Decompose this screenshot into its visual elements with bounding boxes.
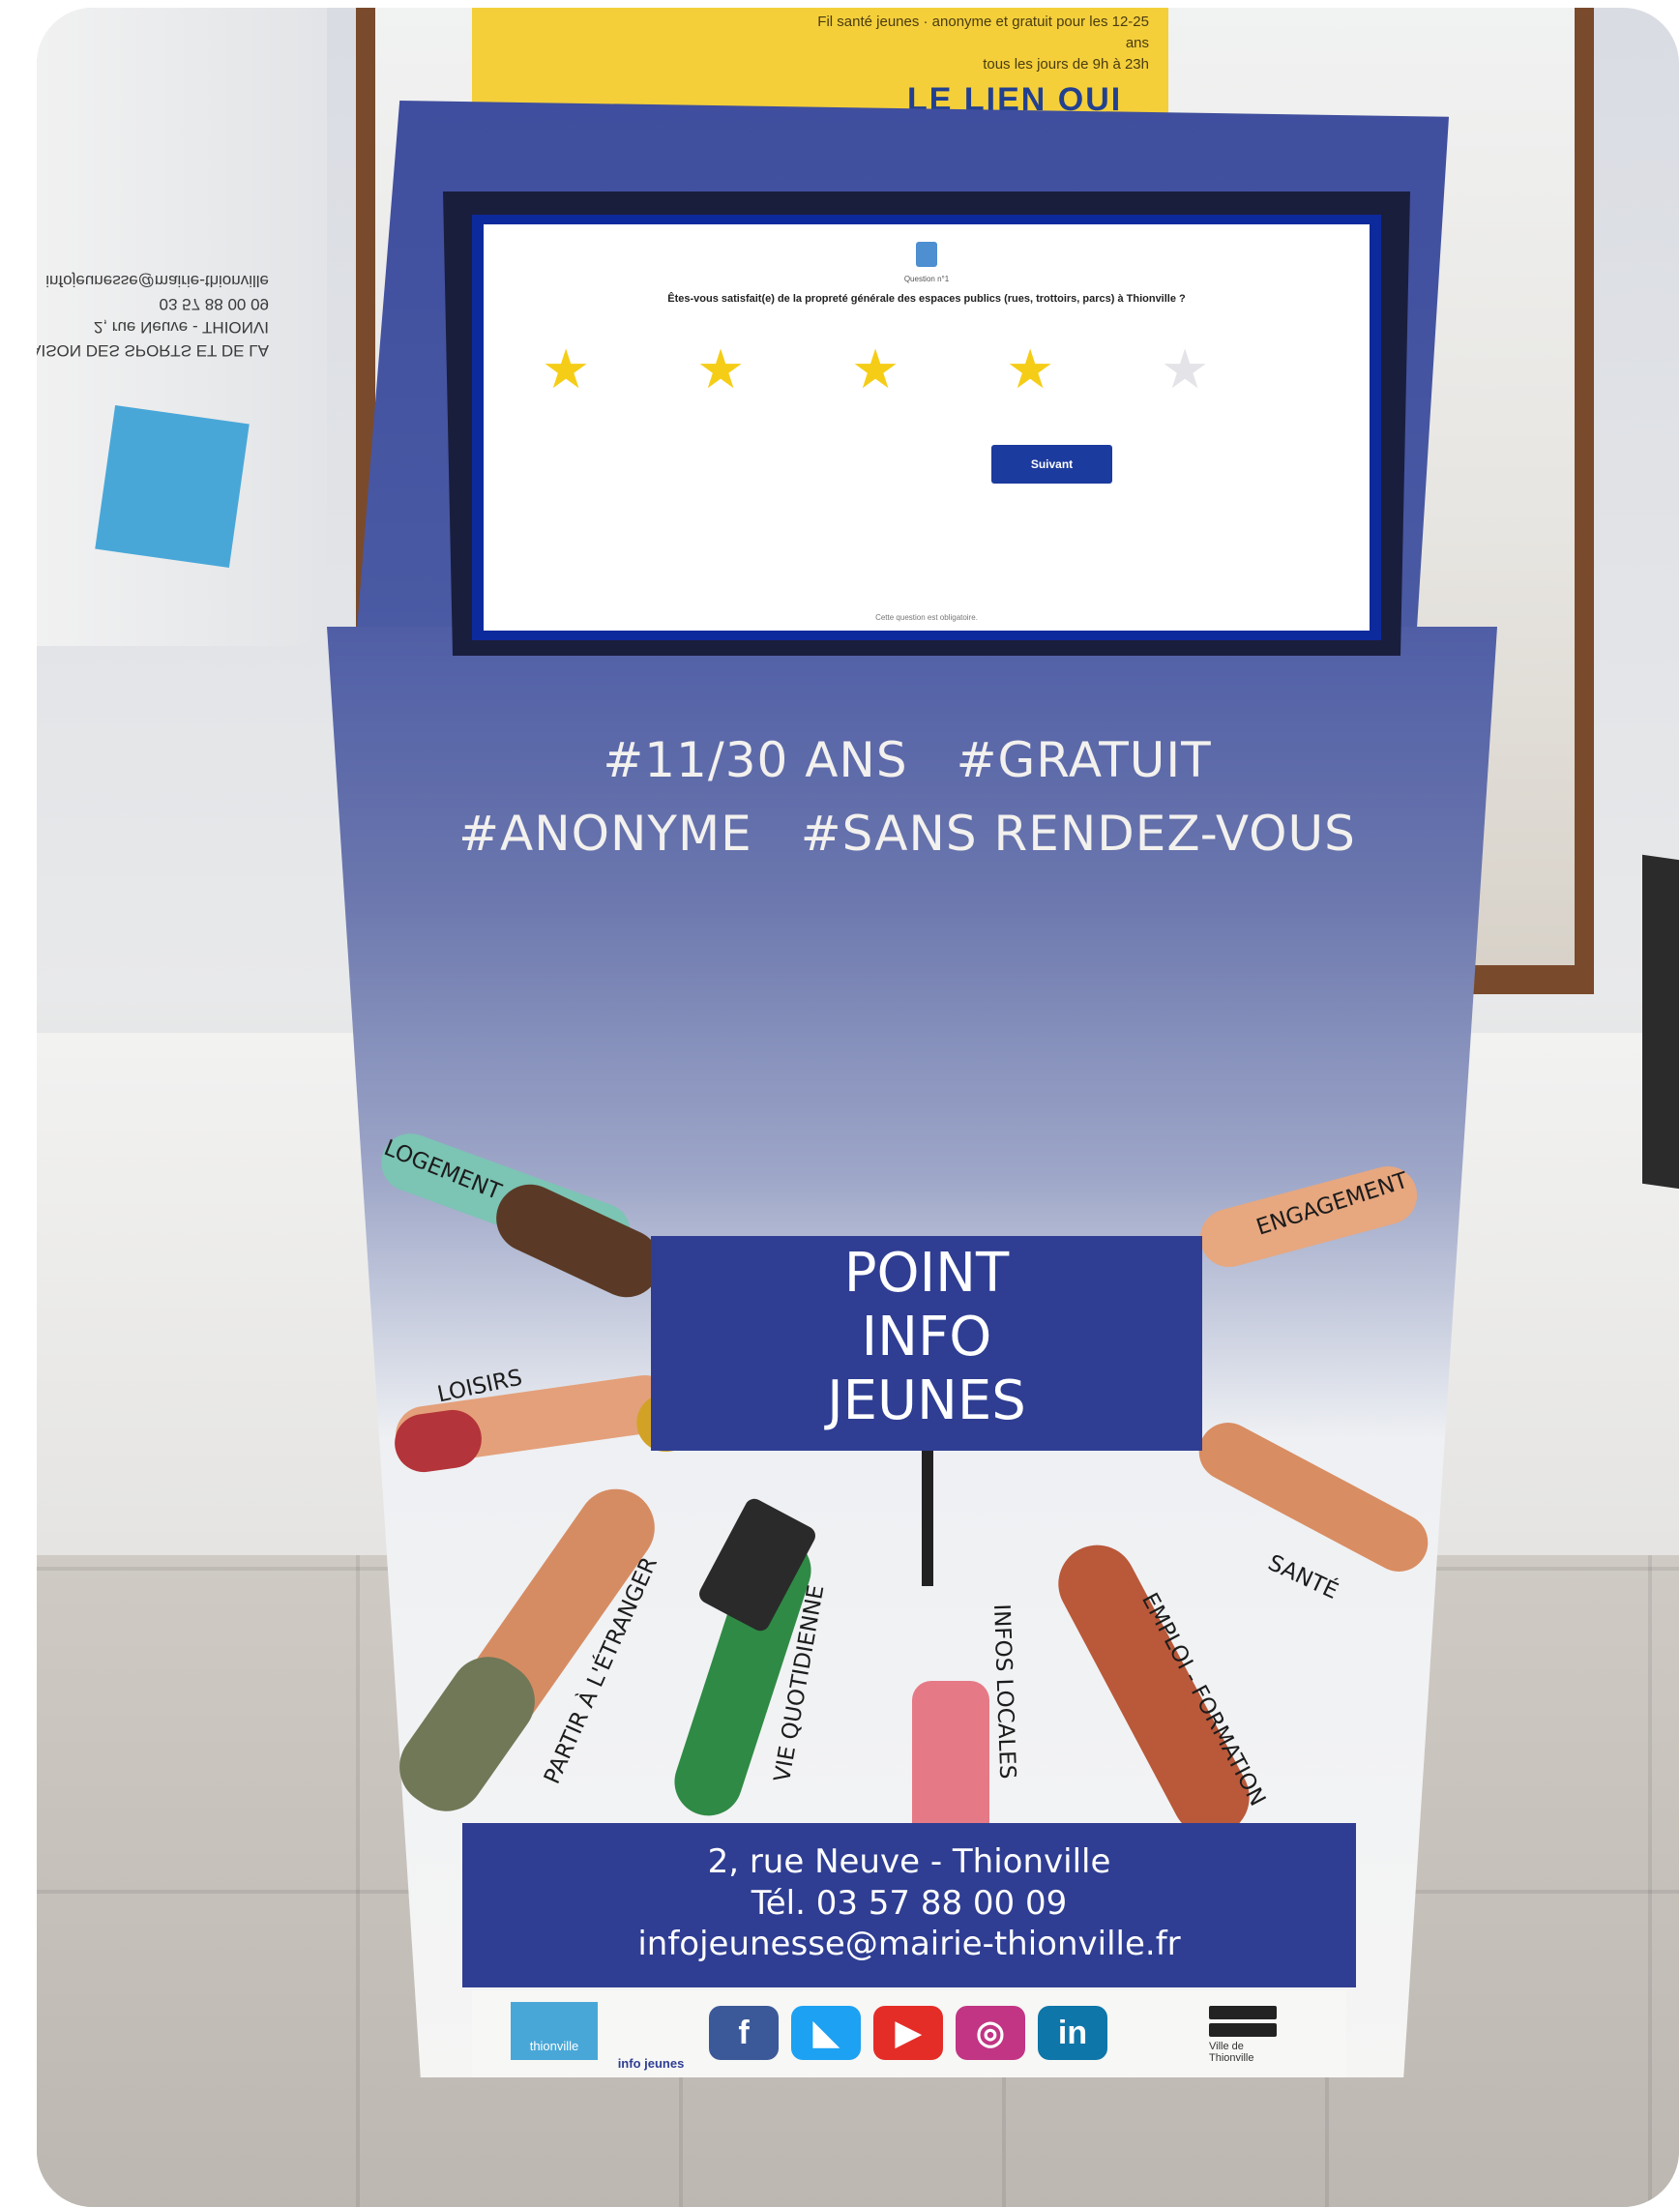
contact-strip: 2, rue Neuve - Thionville Tél. 03 57 88 … [462,1823,1356,1987]
hashtag-age: #11/30 ANS [603,732,908,788]
kiosk-screen: Question n°1 Êtes-vous satisfait(e) de l… [472,215,1381,640]
hashtags: #11/30 ANS #GRATUIT #ANONYME #SANS RENDEZ-… [356,723,1459,870]
logo-strip: thionville info jeunes f ◣ ▶ ◎ in Ville … [472,1990,1346,2077]
instagram-icon: ◎ [956,2006,1025,2060]
mandatory-note: Cette question est obligatoire. [875,613,978,622]
question-number: Question n°1 [903,275,950,283]
city-logo: thionville [511,2002,598,2060]
pij-line-3: JEUNES [827,1369,1026,1432]
star-1-icon[interactable]: ★ [542,340,590,398]
roll-up-banner: MAISON DES SPORTS ET DE LA 2, rue Neuve … [37,8,327,646]
wall-poster-text: Fil santé jeunes · anonyme et gratuit po… [801,12,1149,75]
wall-poster-line-2: tous les jours de 9h à 23h [983,56,1149,73]
star-2-icon[interactable]: ★ [696,340,745,398]
banner-logo [95,404,250,569]
contact-email: infojeunesse@mairie-thionville.fr [637,1925,1181,1963]
hashtag-sans-rdv: #SANS RENDEZ-VOUS [800,806,1356,862]
hashtag-gratuit: #GRATUIT [956,732,1212,788]
wall-poster-line-1: Fil santé jeunes · anonyme et gratuit po… [817,14,1149,51]
arm-emploi [1045,1531,1263,1850]
linkedin-icon: in [1038,2006,1107,2060]
app-label: Ville de Thionville [1209,2041,1254,2064]
google-play-badge [1209,2023,1277,2037]
pij-line-2: INFO [861,1306,992,1368]
question-text: Êtes-vous satisfait(e) de la propreté gé… [667,293,1186,305]
contact-phone: Tél. 03 57 88 00 09 [751,1884,1068,1923]
youtube-icon: ▶ [873,2006,943,2060]
store-badges: Ville de Thionville [1209,2006,1286,2064]
banner-text: MAISON DES SPORTS ET DE LA 2, rue Neuve … [37,272,269,360]
contact-address: 2, rue Neuve - Thionville [707,1842,1111,1881]
hashtag-anonyme: #ANONYME [458,806,752,862]
twitter-icon: ◣ [791,2006,861,2060]
pij-line-1: POINT [843,1242,1010,1305]
point-info-jeunes-sign: POINT INFO JEUNES [651,1236,1202,1451]
arm-sante [1189,1412,1438,1582]
right-object [1642,854,1679,1192]
survey-page: Question n°1 Êtes-vous satisfait(e) de l… [484,224,1370,631]
pij-title: POINT INFO JEUNES [651,1242,1202,1433]
thionville-logo-icon [916,242,937,267]
kiosk-poster: POINT INFO JEUNES LOGEMENT ENGAGEMENT LO… [372,1101,1459,1855]
app-store-badge [1209,2006,1277,2019]
photo: Fil santé jeunes · anonyme et gratuit po… [37,8,1679,2207]
topic-sante: SANTÉ [1264,1550,1342,1604]
topic-infos: INFOS LOCALES [988,1604,1020,1780]
sign-stick [922,1451,933,1586]
star-3-icon[interactable]: ★ [851,340,899,398]
info-jeunes-logo: info jeunes [617,2056,685,2071]
star-rating[interactable]: ★ ★ ★ ★ ★ [542,340,1315,398]
next-button[interactable]: Suivant [991,445,1112,484]
facebook-icon: f [709,2006,779,2060]
star-4-icon[interactable]: ★ [1006,340,1054,398]
star-5-icon[interactable]: ★ [1161,340,1209,398]
